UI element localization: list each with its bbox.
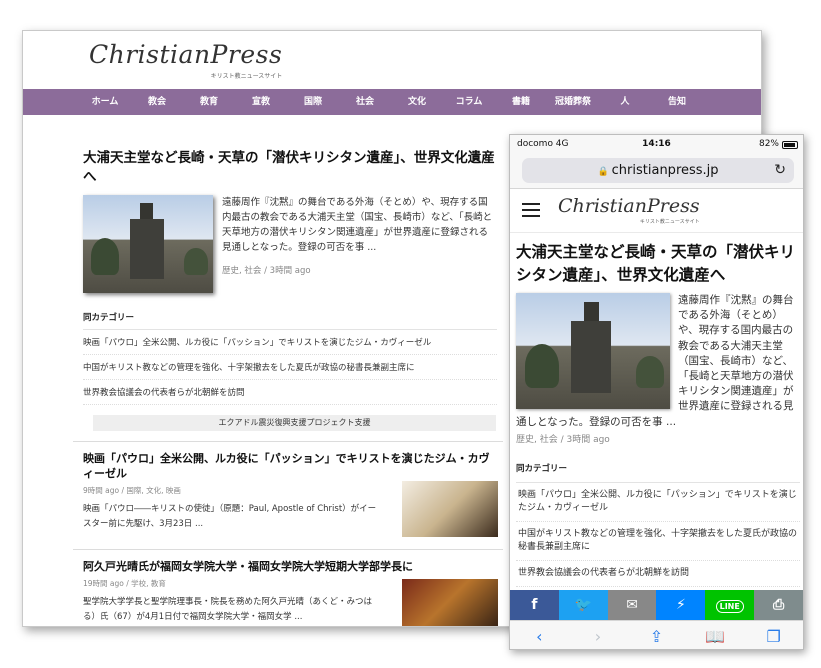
article-excerpt: 聖学院大学学長と聖学院理事長・院長を務めた阿久戸光晴（あくど・みつはる）氏（67…	[83, 597, 373, 622]
lead-church-photo[interactable]	[516, 293, 670, 409]
site-header: ChristianPress キリスト教ニュースサイト	[23, 31, 761, 89]
lead-excerpt: 遠藤周作『沈黙』の舞台である外海（そとめ）や、現存する国内最古の教会である大浦天…	[222, 197, 493, 253]
related-item[interactable]: 映画「パウロ」全米公開、ルカ役に「パッション」でキリストを演じたジム・カヴィーゼ…	[83, 330, 497, 355]
related-item[interactable]: 世界教会協議会の代表者らが北朝鮮を訪問	[83, 380, 497, 405]
site-logo[interactable]: ChristianPress キリスト教ニュースサイト	[558, 195, 700, 225]
nav-item-books[interactable]: 書籍	[495, 89, 547, 115]
mobile-page: docomo 4G 14:16 82% 🔒 christianpress.jp ↻…	[509, 134, 804, 650]
logo-tagline: キリスト教ニュースサイト	[210, 73, 283, 80]
hamburger-menu-icon[interactable]	[522, 203, 540, 217]
lead-headline[interactable]: 大浦天主堂など長崎・天草の「潜伏キリシタン遺産」、世界文化遺産へ	[83, 149, 497, 187]
twitter-icon: 🐦	[574, 597, 592, 613]
related-heading: 同カテゴリー	[83, 311, 497, 330]
lead-story: 大浦天主堂など長崎・天草の「潜伏キリシタン遺産」、世界文化遺産へ 遠藤周作『沈黙…	[83, 149, 497, 431]
facebook-share-button[interactable]: f	[510, 590, 559, 620]
share-bar: f 🐦 ✉ ⚡ LINE ⎙	[510, 590, 803, 620]
browser-toolbar: ‹ › ⇪ 📖 ❐	[510, 620, 803, 649]
line-icon: LINE	[715, 600, 744, 613]
main-nav: ホーム 教会 教育 宣教 国際 社会 文化 コラム 書籍 冠婚葬祭 人 告知	[23, 89, 761, 115]
nav-item-column[interactable]: コラム	[443, 89, 495, 115]
nav-item-culture[interactable]: 文化	[391, 89, 443, 115]
logo-wordmark: ChristianPress	[89, 40, 283, 69]
mobile-header: ChristianPress キリスト教ニュースサイト	[510, 189, 803, 233]
lock-icon: 🔒	[597, 167, 609, 177]
twitter-share-button[interactable]: 🐦	[558, 590, 608, 620]
address-bar-area: 🔒 christianpress.jp ↻	[510, 155, 803, 189]
tabs-icon[interactable]: ❐	[744, 621, 803, 649]
article-headline[interactable]: 阿久戸光晴氏が福岡女学院大学・福岡女学院大学短期大学部学長に	[83, 559, 497, 574]
related-item[interactable]: 世界教会協議会の代表者らが北朝鮮を訪問	[516, 561, 800, 588]
article-card: 阿久戸光晴氏が福岡女学院大学・福岡女学院大学短期大学部学長に 19時間 ago …	[83, 559, 498, 626]
url-text: christianpress.jp	[611, 163, 719, 178]
article-card: 映画「パウロ」全米公開、ルカ役に「パッション」でキリストを演じたジム・カヴィーゼ…	[83, 451, 498, 537]
article-thumbnail[interactable]	[402, 481, 498, 537]
related-item[interactable]: 映画「パウロ」全米公開、ルカ役に「パッション」でキリストを演じたジム・カヴィーゼ…	[516, 483, 800, 523]
reload-icon[interactable]: ↻	[774, 158, 786, 183]
battery-percent: 82%	[758, 139, 779, 149]
divider	[73, 549, 503, 550]
support-banner[interactable]: エクアドル震災復興支援プロジェクト支援	[93, 415, 496, 431]
lead-body: 遠藤周作『沈黙』の舞台である外海（そとめ）や、現存する国内最古の教会である大浦天…	[83, 195, 497, 297]
back-icon[interactable]: ‹	[510, 621, 569, 649]
nav-item-church[interactable]: 教会	[131, 89, 183, 115]
article-excerpt: 映画「パウロ――キリストの使徒」（原題：Paul, Apostle of Chr…	[83, 504, 377, 529]
lead-meta: 歴史, 社会 / 3時間 ago	[516, 434, 610, 445]
nav-item-notices[interactable]: 告知	[651, 89, 703, 115]
lead-headline[interactable]: 大浦天主堂など長崎・天草の「潜伏キリシタン遺産」、世界文化遺産へ	[516, 241, 800, 287]
mobile-lead-story: 大浦天主堂など長崎・天草の「潜伏キリシタン遺産」、世界文化遺産へ 遠藤周作『沈黙…	[516, 241, 800, 588]
address-bar[interactable]: 🔒 christianpress.jp ↻	[522, 158, 794, 183]
facebook-icon: f	[531, 597, 538, 613]
mail-icon: ✉	[626, 597, 638, 613]
mail-share-button[interactable]: ✉	[607, 590, 657, 620]
nav-item-education[interactable]: 教育	[183, 89, 235, 115]
messenger-share-button[interactable]: ⚡	[656, 590, 706, 620]
line-share-button[interactable]: LINE	[705, 590, 755, 620]
nav-item-people[interactable]: 人	[599, 89, 651, 115]
messenger-icon: ⚡	[675, 597, 686, 613]
status-bar: docomo 4G 14:16 82%	[510, 135, 803, 155]
logo-wordmark: ChristianPress	[558, 195, 700, 217]
battery-icon	[782, 141, 798, 149]
share-icon[interactable]: ⇪	[627, 621, 686, 649]
related-item[interactable]: 中国がキリスト教などの管理を強化、十字架撤去をした夏氏が政協の秘書長兼副主席に	[516, 522, 800, 562]
lead-church-photo[interactable]	[83, 195, 213, 293]
article-headline[interactable]: 映画「パウロ」全米公開、ルカ役に「パッション」でキリストを演じたジム・カヴィーゼ…	[83, 451, 497, 481]
article-thumbnail[interactable]	[402, 579, 498, 626]
print-share-button[interactable]: ⎙	[754, 590, 803, 620]
related-item[interactable]: 中国がキリスト教などの管理を強化、十字架撤去をした夏氏が政協の秘書長兼副主席に	[83, 355, 497, 380]
nav-item-home[interactable]: ホーム	[79, 89, 131, 115]
lead-body: 遠藤周作『沈黙』の舞台である外海（そとめ）や、現存する国内最古の教会である大浦天…	[516, 293, 800, 448]
print-icon: ⎙	[772, 597, 785, 613]
forward-icon[interactable]: ›	[569, 621, 628, 649]
nav-item-mission[interactable]: 宣教	[235, 89, 287, 115]
related-heading: 同カテゴリー	[516, 462, 800, 484]
nav-item-ceremonies[interactable]: 冠婚葬祭	[547, 89, 599, 115]
site-logo[interactable]: ChristianPress キリスト教ニュースサイト	[89, 40, 283, 80]
bookmarks-icon[interactable]: 📖	[686, 621, 745, 649]
logo-tagline: キリスト教ニュースサイト	[639, 219, 700, 225]
related-list: 同カテゴリー 映画「パウロ」全米公開、ルカ役に「パッション」でキリストを演じたジ…	[516, 462, 800, 588]
related-list: 同カテゴリー 映画「パウロ」全米公開、ルカ役に「パッション」でキリストを演じたジ…	[83, 311, 497, 405]
nav-item-society[interactable]: 社会	[339, 89, 391, 115]
lead-meta: 歴史, 社会 / 3時間 ago	[222, 266, 311, 276]
divider	[73, 441, 503, 442]
nav-item-international[interactable]: 国際	[287, 89, 339, 115]
